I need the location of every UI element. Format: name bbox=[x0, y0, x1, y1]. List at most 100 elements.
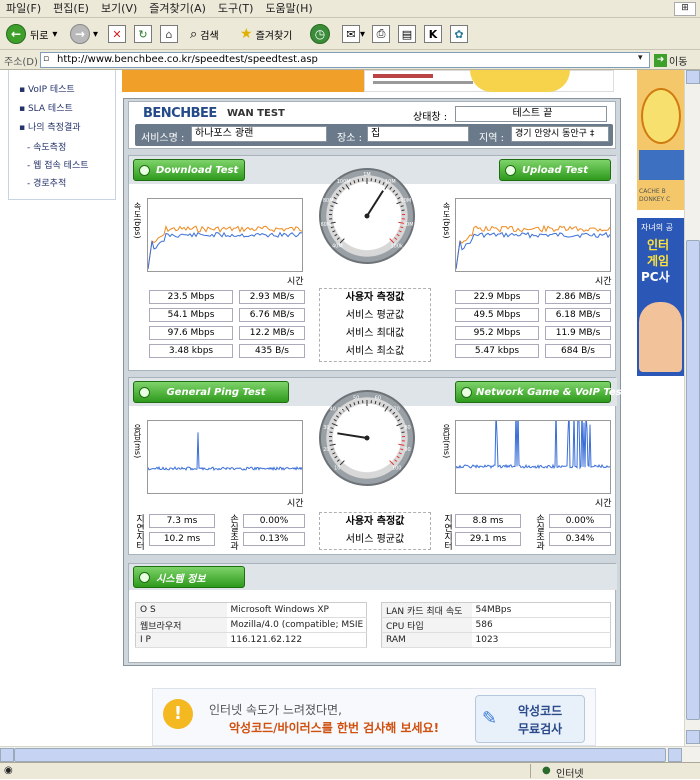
upload-min-kbps: 5.47 kbps bbox=[455, 344, 539, 358]
gauge-tick bbox=[330, 444, 336, 445]
k-button[interactable]: K bbox=[424, 22, 442, 46]
stop-button[interactable]: ✕ bbox=[108, 22, 126, 46]
status-bar: ◉ ● 인터넷 bbox=[0, 762, 700, 779]
ping-gauge-svg: 10203040 ms5060708090100 bbox=[321, 392, 413, 484]
scroll-down-icon[interactable] bbox=[686, 730, 700, 744]
system-info-button[interactable]: 시스템 정보 bbox=[133, 566, 245, 588]
system-info-section: 시스템 정보 O SMicrosoft Windows XP 웹브라우저Mozi… bbox=[128, 563, 616, 663]
download-test-button[interactable]: Download Test bbox=[133, 159, 245, 181]
gauge-tick bbox=[401, 428, 404, 429]
scroll-up-icon[interactable] bbox=[686, 70, 700, 84]
refresh-button[interactable]: ↻ bbox=[134, 22, 152, 46]
gauge-tick bbox=[394, 460, 396, 462]
gauge-tick bbox=[395, 416, 397, 418]
menu-tools[interactable]: 도구(T) bbox=[212, 0, 260, 18]
gauge-tick bbox=[354, 402, 355, 405]
status-field: 테스트 끝 bbox=[455, 106, 607, 122]
download-series-orange bbox=[148, 226, 302, 269]
virus-scan-ad[interactable]: ! 인터넷 속도가 느려졌다면, 악성코드/바이러스를 한번 검사해 보세요! … bbox=[152, 688, 596, 746]
print-button[interactable]: ⎙ bbox=[372, 22, 390, 46]
gauge-tick-label: 1M bbox=[363, 172, 371, 178]
messenger-button[interactable]: ✿ bbox=[450, 22, 468, 46]
speed-legend: 사용자 측정값 서비스 평균값 서비스 최대값 서비스 최소값 bbox=[319, 288, 431, 362]
gauge-hub bbox=[365, 436, 370, 441]
gauge-tick bbox=[339, 412, 341, 414]
gauge-tick-label: 40M bbox=[332, 244, 343, 250]
mail-button[interactable]: ✉▾ bbox=[342, 22, 365, 46]
scroll-right-icon[interactable] bbox=[668, 748, 682, 762]
nav-speed-measure[interactable]: - 속도측정 bbox=[27, 140, 66, 153]
vertical-scrollbar[interactable] bbox=[684, 70, 700, 746]
scroll-left-icon[interactable] bbox=[0, 748, 14, 762]
page-icon: ▫ bbox=[43, 54, 49, 64]
vertical-scroll-thumb[interactable] bbox=[686, 240, 700, 720]
wan-test-title: WAN TEST bbox=[227, 108, 285, 119]
search-icon: ⌕ bbox=[190, 27, 197, 42]
nav-sla-test[interactable]: ▪ SLA 테스트 bbox=[19, 101, 73, 114]
gauge-tick bbox=[335, 456, 338, 458]
menu-file[interactable]: 파일(F) bbox=[0, 0, 47, 18]
download-chart-svg bbox=[148, 199, 302, 271]
home-icon: ⌂ bbox=[160, 25, 178, 43]
history-button[interactable]: ◷ bbox=[310, 22, 330, 46]
system-info-table-right: LAN 카드 최대 속도54MBps CPU 타입586 RAM1023 bbox=[381, 602, 611, 648]
go-button[interactable]: ➜이동 bbox=[654, 52, 698, 68]
ping-jitter-right: 29.1 ms bbox=[455, 532, 521, 546]
star-icon: ★ bbox=[240, 26, 253, 42]
upload-test-button[interactable]: Upload Test bbox=[499, 159, 611, 181]
general-ping-test-button[interactable]: General Ping Test bbox=[133, 381, 289, 403]
ping-jitter-left: 10.2 ms bbox=[149, 532, 215, 546]
menu-favorites[interactable]: 즐겨찾기(A) bbox=[143, 0, 212, 18]
gauge-tick bbox=[336, 416, 338, 418]
upload-max-mbps: 95.2 Mbps bbox=[455, 326, 539, 340]
gauge-tick bbox=[385, 406, 388, 411]
search-button[interactable]: ⌕검색 bbox=[190, 22, 219, 46]
right-ad-top[interactable]: CACHE B DONKEY C bbox=[637, 70, 684, 210]
free-scan-button[interactable]: ✎ 악성코드 무료검사 bbox=[475, 695, 585, 743]
edit-icon: ▤ bbox=[398, 25, 416, 43]
nav-route-trace[interactable]: - 경로추적 bbox=[27, 176, 66, 189]
address-dropdown-icon[interactable]: ▾ bbox=[638, 53, 643, 63]
game-chart bbox=[455, 420, 611, 494]
horizontal-scrollbar[interactable] bbox=[0, 746, 700, 762]
nav-voip-test[interactable]: ▪ VoIP 테스트 bbox=[19, 82, 75, 95]
download-min-kbps: 3.48 kbps bbox=[149, 344, 233, 358]
gauge-tick-label: 80M bbox=[323, 198, 334, 204]
benchbee-logo: BENCHBEE bbox=[143, 106, 217, 121]
upload-series-orange bbox=[456, 226, 610, 269]
gauge-tick bbox=[390, 187, 392, 189]
forward-button[interactable]: →▾ bbox=[70, 22, 98, 46]
ping-chart-svg bbox=[148, 421, 302, 493]
home-button[interactable]: ⌂ bbox=[160, 22, 178, 46]
back-button[interactable]: ←뒤로▾ bbox=[6, 22, 57, 46]
menu-edit[interactable]: 편집(E) bbox=[47, 0, 95, 18]
gauge-tick bbox=[398, 419, 401, 420]
gauge-tick bbox=[346, 184, 349, 189]
ping-legend: 사용자 측정값 서비스 평균값 bbox=[319, 512, 431, 550]
menu-view[interactable]: 보기(V) bbox=[95, 0, 143, 18]
gauge-tick-label: 100 bbox=[392, 466, 402, 472]
gauge-tick bbox=[390, 239, 394, 243]
top-banner-mascot bbox=[470, 70, 570, 92]
upload-chart-svg bbox=[456, 199, 610, 271]
header-box: BENCHBEE WAN TEST 상태창 : 테스트 끝 서비스명 : 하나포… bbox=[128, 101, 616, 149]
gauge-tick bbox=[385, 184, 388, 189]
horizontal-scroll-thumb[interactable] bbox=[14, 748, 666, 762]
nav-my-results[interactable]: ▪ 나의 측정결과 bbox=[19, 120, 81, 133]
network-game-voip-test-button[interactable]: Network Game & VoIP Test bbox=[455, 381, 611, 403]
gauge-tick bbox=[337, 238, 339, 240]
menu-help[interactable]: 도움말(H) bbox=[259, 0, 318, 18]
gauge-tick-label: 30 bbox=[323, 425, 329, 431]
download-min-bs: 435 B/s bbox=[239, 344, 305, 358]
address-input[interactable]: http://www.benchbee.co.kr/speedtest/spee… bbox=[40, 52, 650, 68]
edit-button[interactable]: ▤ bbox=[398, 22, 416, 46]
nav-web-access-test[interactable]: - 웹 접속 테스트 bbox=[27, 158, 89, 171]
gauge-tick-label: 20M bbox=[400, 198, 411, 204]
chevron-down-icon: ▾ bbox=[52, 29, 57, 40]
gauge-tick bbox=[358, 179, 359, 182]
upload-max-mbs: 11.9 MB/s bbox=[545, 326, 611, 340]
gauge-tick bbox=[393, 190, 395, 192]
gauge-tick bbox=[393, 412, 395, 414]
right-ad-game[interactable]: 자녀의 공 인터 게임 PC사 bbox=[637, 218, 684, 376]
favorites-button[interactable]: ★즐겨찾기 bbox=[240, 22, 292, 46]
